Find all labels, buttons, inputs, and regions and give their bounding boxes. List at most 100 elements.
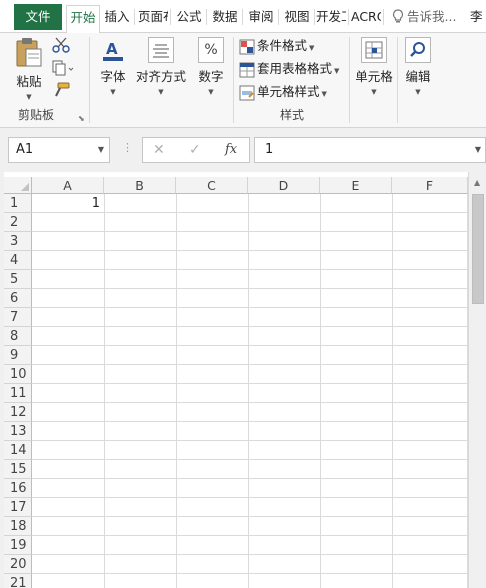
tab-data[interactable]: 数据 xyxy=(210,5,240,29)
grid-line xyxy=(32,307,468,308)
cancel-icon[interactable]: ✕ xyxy=(153,142,165,158)
format-painter-icon[interactable] xyxy=(52,82,70,101)
column-header-b[interactable]: B xyxy=(104,177,176,194)
row-header-16[interactable]: 16 xyxy=(4,479,32,498)
row-header-3[interactable]: 3 xyxy=(4,232,32,251)
column-header-d[interactable]: D xyxy=(248,177,320,194)
row-header-15[interactable]: 15 xyxy=(4,460,32,479)
editing-label: 编辑 xyxy=(405,69,431,84)
chevron-down-icon: ▼ xyxy=(208,88,214,96)
styles-group-label: 样式 xyxy=(279,108,304,122)
chevron-down-icon: ▼ xyxy=(371,88,377,96)
format-as-table-button[interactable]: 套用表格格式 ▼ xyxy=(239,58,339,80)
row-header-4[interactable]: 4 xyxy=(4,251,32,270)
row-header-13[interactable]: 13 xyxy=(4,422,32,441)
grid-line xyxy=(32,326,468,327)
insert-function-button[interactable]: fx xyxy=(225,142,237,157)
alignment-button[interactable]: 对齐方式 ▼ xyxy=(136,37,186,97)
enter-icon[interactable]: ✓ xyxy=(189,142,201,158)
chevron-down-icon[interactable]: ▼ xyxy=(98,145,104,154)
worksheet-grid[interactable]: A B C D E F 1 2 3 4 5 6 7 8 9 10 11 12 1… xyxy=(0,172,486,588)
grid-line xyxy=(32,478,468,479)
tab-divider xyxy=(278,9,279,25)
tab-view[interactable]: 视图 xyxy=(282,5,312,29)
row-header-21[interactable]: 21 xyxy=(4,574,32,588)
grid-line xyxy=(32,497,468,498)
row-header-19[interactable]: 19 xyxy=(4,536,32,555)
grid-line xyxy=(32,421,468,422)
select-all-button[interactable] xyxy=(4,177,32,194)
chevron-down-icon: ▼ xyxy=(158,88,164,96)
tab-page-layout[interactable]: 页面布局 xyxy=(138,5,168,29)
align-center-icon xyxy=(148,37,174,63)
row-header-8[interactable]: 8 xyxy=(4,327,32,346)
row-header-10[interactable]: 10 xyxy=(4,365,32,384)
cell-styles-button[interactable]: 单元格样式 ▼ xyxy=(239,81,327,103)
row-header-12[interactable]: 12 xyxy=(4,403,32,422)
chevron-down-icon: ▼ xyxy=(110,88,116,96)
tab-divider xyxy=(206,9,207,25)
column-header-e[interactable]: E xyxy=(320,177,392,194)
tab-formulas[interactable]: 公式 xyxy=(174,5,204,29)
row-header-17[interactable]: 17 xyxy=(4,498,32,517)
row-header-7[interactable]: 7 xyxy=(4,308,32,327)
tab-acrobat[interactable]: ACROBAT xyxy=(351,5,381,29)
ribbon-tab-bar: 文件 开始 插入 页面布局 公式 数据 审阅 视图 开发工具 ACROBAT 告… xyxy=(0,0,486,34)
tab-developer[interactable]: 开发工具 xyxy=(316,5,346,29)
cells-button[interactable]: 单元格 ▼ xyxy=(353,37,395,97)
column-header-f[interactable]: F xyxy=(392,177,468,194)
number-button[interactable]: % 数字 ▼ xyxy=(195,37,227,97)
paste-button[interactable]: 粘贴 ▼ xyxy=(12,37,46,102)
row-header-9[interactable]: 9 xyxy=(4,346,32,365)
grid-line xyxy=(32,288,468,289)
tell-me-search[interactable]: 告诉我... xyxy=(407,5,459,29)
row-header-2[interactable]: 2 xyxy=(4,213,32,232)
grid-line xyxy=(32,250,468,251)
cut-icon[interactable] xyxy=(52,37,70,56)
scrollbar-thumb[interactable] xyxy=(472,194,484,304)
grid-line xyxy=(248,194,249,588)
tab-insert[interactable]: 插入 xyxy=(102,5,132,29)
select-all-triangle xyxy=(21,183,29,191)
grid-line xyxy=(32,402,468,403)
formula-bar: A1 ▼ ⋮ ✕ ✓ fx 1 ▼ xyxy=(0,128,486,172)
tab-divider xyxy=(170,9,171,25)
grid-line xyxy=(32,459,468,460)
row-header-6[interactable]: 6 xyxy=(4,289,32,308)
dialog-launcher-icon[interactable]: ⬊ xyxy=(78,114,85,123)
font-button[interactable]: A 字体 ▼ xyxy=(96,37,130,97)
user-account[interactable]: 李 xyxy=(470,5,486,29)
conditional-formatting-button[interactable]: 条件格式 ▼ xyxy=(239,35,314,57)
row-header-14[interactable]: 14 xyxy=(4,441,32,460)
name-box-value: A1 xyxy=(16,142,34,157)
tab-divider xyxy=(242,9,243,25)
row-header-20[interactable]: 20 xyxy=(4,555,32,574)
row-header-18[interactable]: 18 xyxy=(4,517,32,536)
column-header-a[interactable]: A xyxy=(32,177,104,194)
copy-icon[interactable] xyxy=(52,60,74,79)
formula-input[interactable]: 1 ▼ xyxy=(254,137,486,163)
tab-review[interactable]: 审阅 xyxy=(246,5,276,29)
chevron-down-icon[interactable]: ▼ xyxy=(475,145,481,154)
tab-divider xyxy=(314,9,315,25)
alignment-label: 对齐方式 xyxy=(136,69,187,84)
tab-home[interactable]: 开始 xyxy=(66,5,100,34)
cell-a1[interactable]: 1 xyxy=(32,194,104,213)
grid-line xyxy=(32,269,468,270)
column-header-c[interactable]: C xyxy=(176,177,248,194)
more-options-icon[interactable]: ⋮ xyxy=(122,141,133,154)
scroll-up-icon[interactable]: ▲ xyxy=(474,178,480,187)
row-header-1[interactable]: 1 xyxy=(4,194,32,213)
vertical-scrollbar[interactable]: ▲ xyxy=(468,172,486,588)
formula-input-value: 1 xyxy=(265,142,274,157)
editing-button[interactable]: 编辑 ▼ xyxy=(401,37,435,97)
name-box[interactable]: A1 ▼ xyxy=(8,137,110,163)
row-header-5[interactable]: 5 xyxy=(4,270,32,289)
styles-group: 条件格式 ▼ 套用表格格式 ▼ 单元格样式 ▼ 样式 xyxy=(239,33,345,128)
cells-label: 单元格 xyxy=(355,69,393,84)
grid-line xyxy=(32,554,468,555)
grid-line xyxy=(32,440,468,441)
paste-icon xyxy=(12,37,46,71)
tab-file[interactable]: 文件 xyxy=(14,4,62,30)
row-header-11[interactable]: 11 xyxy=(4,384,32,403)
